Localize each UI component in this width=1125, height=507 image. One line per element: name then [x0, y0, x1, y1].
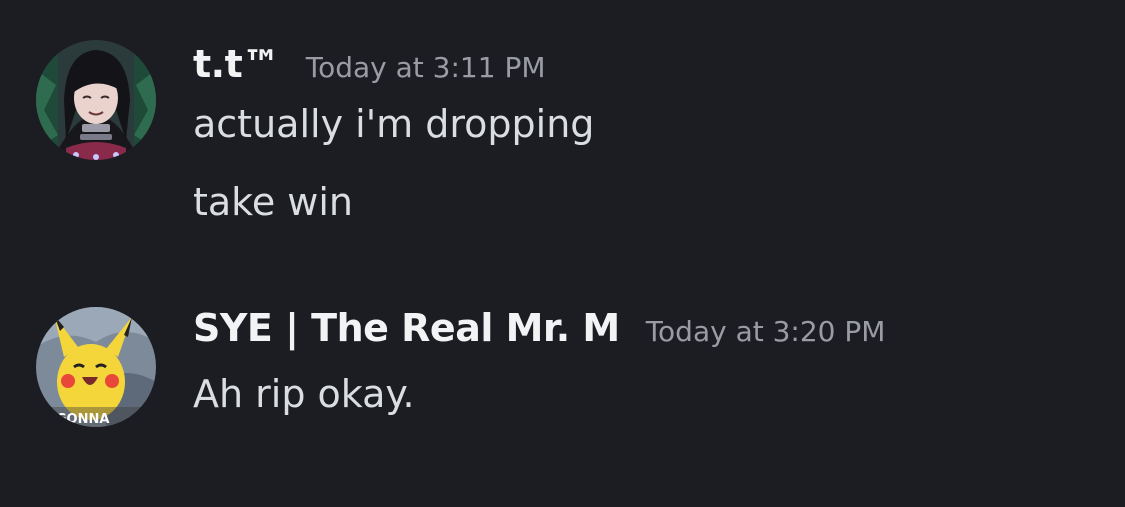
- message-header: t.t™ Today at 3:11 PM: [193, 42, 546, 86]
- username[interactable]: t.t™: [193, 42, 280, 86]
- message-text: Ah rip okay.: [193, 372, 415, 416]
- pikachu-avatar-icon: S GONNA: [36, 307, 156, 427]
- message-text: take win: [193, 180, 354, 224]
- chat-messages: t.t™ Today at 3:11 PM actually i'm dropp…: [0, 0, 1125, 507]
- username[interactable]: SYE | The Real Mr. M: [193, 306, 620, 350]
- user-avatar[interactable]: S GONNA: [36, 307, 156, 427]
- anime-girl-avatar-icon: [36, 40, 156, 160]
- message-header: SYE | The Real Mr. M Today at 3:20 PM: [193, 306, 885, 350]
- message-text: actually i'm dropping: [193, 102, 595, 146]
- user-avatar[interactable]: [36, 40, 156, 160]
- avatar-caption: S GONNA: [42, 412, 109, 427]
- timestamp: Today at 3:11 PM: [305, 51, 546, 84]
- timestamp: Today at 3:20 PM: [645, 315, 886, 348]
